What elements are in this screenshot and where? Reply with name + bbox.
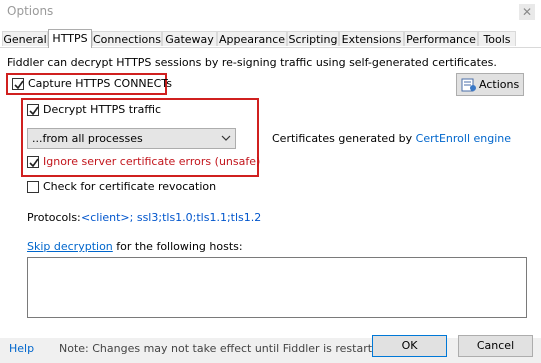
ignore-cert-errors-checkbox[interactable]: [27, 156, 39, 168]
actions-button[interactable]: Actions: [456, 73, 524, 96]
ignore-cert-errors-label: Ignore server certificate errors (unsafe…: [43, 155, 261, 168]
https-description: Fiddler can decrypt HTTPS sessions by re…: [7, 56, 497, 69]
help-link[interactable]: Help: [9, 342, 34, 355]
cert-revocation-checkbox[interactable]: [27, 181, 39, 193]
actions-label: Actions: [479, 78, 520, 91]
skip-hosts-textbox[interactable]: [27, 257, 527, 318]
chevron-down-icon: [221, 132, 231, 147]
process-filter-value: ...from all processes: [32, 132, 143, 145]
decrypt-https-label: Decrypt HTTPS traffic: [43, 103, 161, 116]
capture-https-label: Capture HTTPS CONNECTs: [28, 77, 172, 90]
tab-scripting[interactable]: Scripting: [287, 31, 339, 46]
capture-https-checkbox[interactable]: [12, 78, 24, 90]
process-filter-dropdown[interactable]: ...from all processes: [27, 128, 236, 149]
protocols-label: Protocols:: [27, 211, 81, 224]
protocols-link[interactable]: <client>; ssl3;tls1.0;tls1.1;tls1.2: [81, 211, 261, 224]
skip-decryption-suffix: for the following hosts:: [112, 240, 243, 253]
tab-general[interactable]: General: [2, 31, 48, 46]
checkmark-icon: [14, 80, 24, 90]
cert-revocation-label: Check for certificate revocation: [43, 180, 217, 193]
certenroll-link[interactable]: CertEnroll engine: [416, 132, 511, 145]
cert-generator-text: Certificates generated by CertEnroll eng…: [272, 132, 511, 145]
close-button[interactable]: ✕: [519, 4, 535, 20]
tab-https[interactable]: HTTPS: [48, 29, 92, 48]
close-icon: ✕: [521, 5, 533, 19]
cancel-button[interactable]: Cancel: [458, 335, 533, 357]
tab-extensions[interactable]: Extensions: [339, 31, 404, 46]
skip-decryption-text: Skip decryption for the following hosts:: [27, 240, 243, 253]
checkmark-icon: [29, 158, 39, 168]
decrypt-https-checkbox[interactable]: [27, 104, 39, 116]
ok-button[interactable]: OK: [372, 335, 447, 357]
tab-gateway[interactable]: Gateway: [162, 31, 217, 46]
tab-connections[interactable]: Connections: [92, 31, 162, 46]
https-tab-panel: Fiddler can decrypt HTTPS sessions by re…: [0, 48, 541, 338]
tab-appearance[interactable]: Appearance: [217, 31, 287, 46]
cert-generator-prefix: Certificates generated by: [272, 132, 416, 145]
tab-strip: General HTTPS Connections Gateway Appear…: [0, 29, 541, 48]
tab-tools[interactable]: Tools: [478, 31, 516, 46]
restart-note: Note: Changes may not take effect until …: [59, 342, 390, 355]
certificate-icon: [461, 77, 477, 96]
title-bar: Options ✕: [0, 0, 541, 24]
checkmark-icon: [29, 106, 39, 116]
skip-decryption-link[interactable]: Skip decryption: [27, 240, 113, 253]
dialog-footer: Help Note: Changes may not take effect u…: [0, 335, 541, 363]
window-title: Options: [7, 4, 54, 18]
tab-performance[interactable]: Performance: [404, 31, 478, 46]
